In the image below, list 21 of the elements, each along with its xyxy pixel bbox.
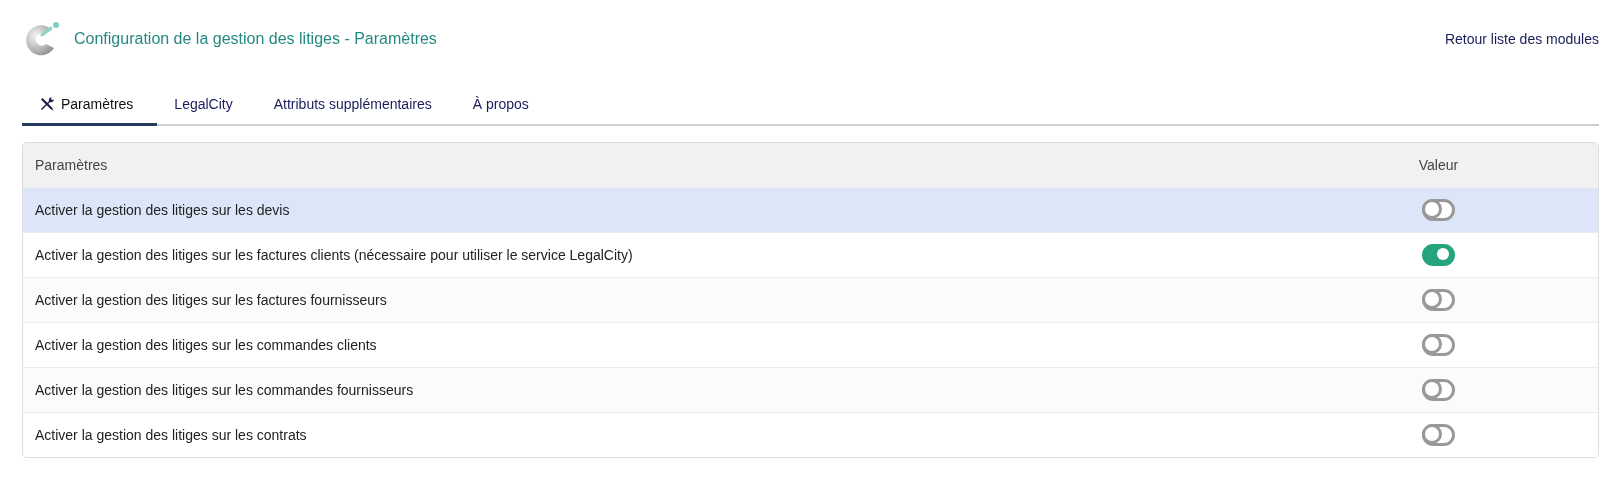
tab[interactable]: À propos bbox=[455, 84, 553, 126]
tab[interactable]: Attributs supplémentaires bbox=[256, 84, 456, 126]
toggle-switch[interactable] bbox=[1422, 334, 1455, 356]
tools-icon bbox=[39, 95, 55, 112]
setting-label: Activer la gestion des litiges sur les factures fournisseurs bbox=[35, 292, 387, 308]
setting-label: Activer la gestion des litiges sur les contrats bbox=[35, 427, 307, 443]
setting-label: Activer la gestion des litiges sur les factures clients (nécessaire pour utiliser le service LegalCity) bbox=[35, 247, 633, 263]
tab[interactable]: Paramètres bbox=[22, 84, 158, 126]
tab[interactable]: LegalCity bbox=[157, 84, 257, 126]
toggle-switch[interactable] bbox=[1422, 424, 1455, 446]
back-link[interactable]: Retour liste des modules bbox=[1444, 31, 1599, 47]
toggle-switch[interactable] bbox=[1422, 199, 1455, 221]
column-header: Valeur bbox=[1417, 157, 1460, 173]
toggle-switch[interactable] bbox=[1422, 289, 1455, 311]
setting-label: Activer la gestion des litiges sur les commandes clients bbox=[35, 337, 377, 353]
toggle-switch[interactable] bbox=[1422, 379, 1455, 401]
column-header: Paramètres bbox=[34, 157, 109, 173]
toggle-switch[interactable] bbox=[1422, 244, 1455, 266]
page-title: Configuration de la gestion des litiges - Paramètres bbox=[74, 30, 437, 48]
setting-label: Activer la gestion des litiges sur les devis bbox=[35, 202, 290, 218]
setting-label: Activer la gestion des litiges sur les commandes fournisseurs bbox=[35, 382, 414, 398]
